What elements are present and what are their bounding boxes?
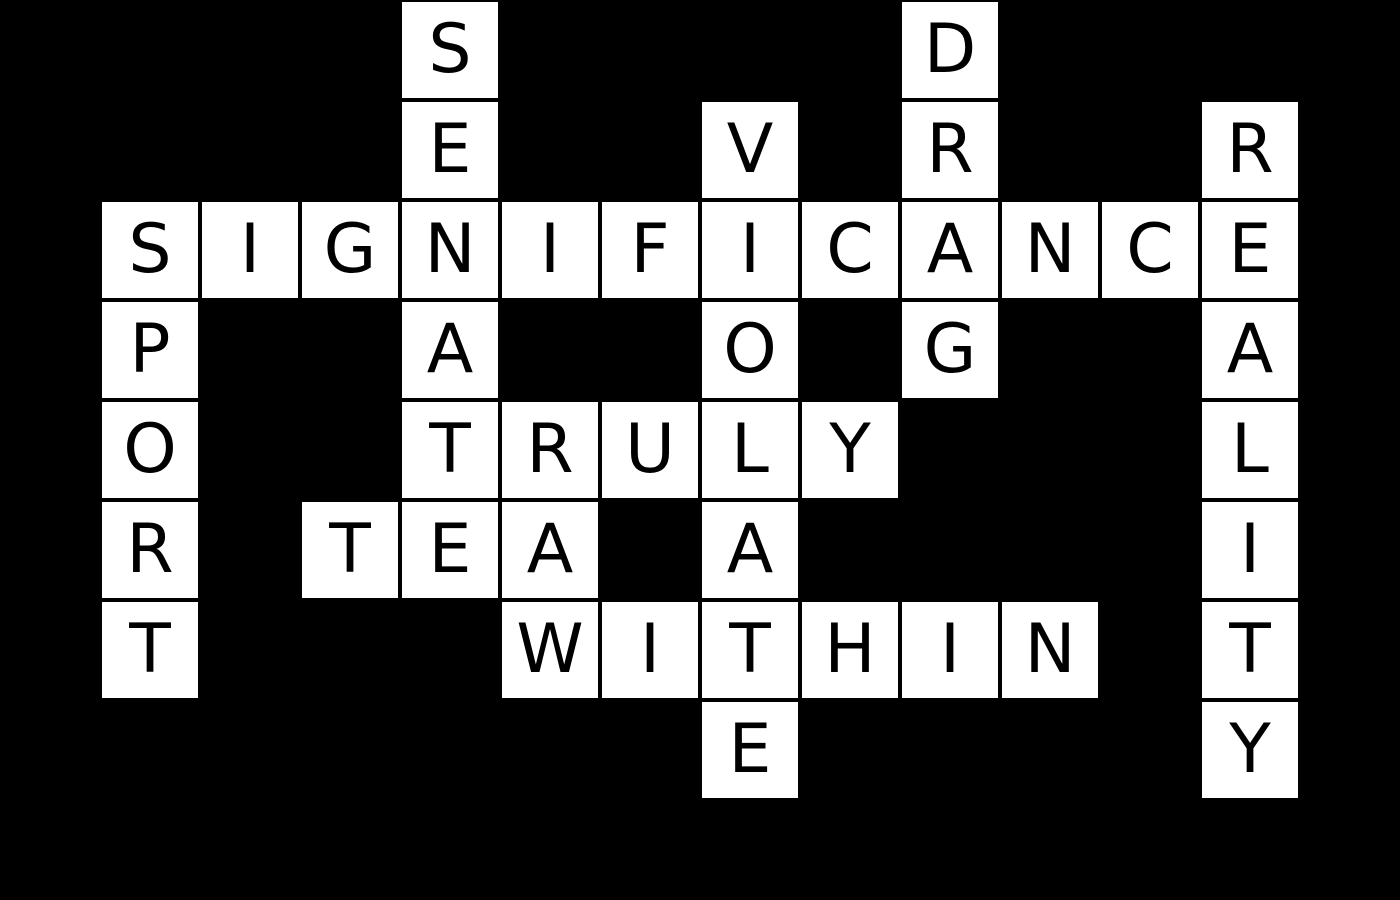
- crossword-cell[interactable]: L: [702, 402, 798, 498]
- crossword-cell[interactable]: N: [1002, 602, 1098, 698]
- crossword-cell[interactable]: I: [902, 602, 998, 698]
- crossword-cell[interactable]: C: [1102, 202, 1198, 298]
- crossword-cell[interactable]: A: [402, 302, 498, 398]
- crossword-cell[interactable]: F: [602, 202, 698, 298]
- crossword-cell[interactable]: E: [402, 102, 498, 198]
- crossword-cell[interactable]: I: [702, 202, 798, 298]
- crossword-cell[interactable]: C: [802, 202, 898, 298]
- crossword-cell[interactable]: I: [502, 202, 598, 298]
- crossword-cell[interactable]: I: [602, 602, 698, 698]
- crossword-cell[interactable]: N: [402, 202, 498, 298]
- crossword-cell[interactable]: N: [1002, 202, 1098, 298]
- crossword-cell[interactable]: T: [702, 602, 798, 698]
- crossword-cell[interactable]: A: [902, 202, 998, 298]
- crossword-cell[interactable]: T: [102, 602, 198, 698]
- crossword-cell[interactable]: A: [702, 502, 798, 598]
- crossword-cell[interactable]: L: [1202, 402, 1298, 498]
- crossword-board: SDEVRRSIGNIFICANCEPAOGAOTRULYLRTEAAITWIT…: [0, 0, 1400, 900]
- crossword-cell[interactable]: A: [1202, 302, 1298, 398]
- crossword-cell[interactable]: S: [102, 202, 198, 298]
- crossword-cell[interactable]: T: [302, 502, 398, 598]
- crossword-cell[interactable]: I: [1202, 502, 1298, 598]
- crossword-cell[interactable]: O: [702, 302, 798, 398]
- crossword-cell[interactable]: E: [402, 502, 498, 598]
- crossword-cell[interactable]: V: [702, 102, 798, 198]
- crossword-cell[interactable]: E: [702, 702, 798, 798]
- crossword-cell[interactable]: R: [102, 502, 198, 598]
- crossword-cell[interactable]: S: [402, 2, 498, 98]
- crossword-cell[interactable]: U: [602, 402, 698, 498]
- crossword-cell[interactable]: Y: [802, 402, 898, 498]
- crossword-cell[interactable]: R: [502, 402, 598, 498]
- crossword-cell[interactable]: W: [502, 602, 598, 698]
- crossword-cell[interactable]: H: [802, 602, 898, 698]
- crossword-cell[interactable]: R: [902, 102, 998, 198]
- crossword-cell[interactable]: R: [1202, 102, 1298, 198]
- crossword-cell[interactable]: Y: [1202, 702, 1298, 798]
- crossword-cell[interactable]: A: [502, 502, 598, 598]
- crossword-cell[interactable]: O: [102, 402, 198, 498]
- crossword-cell[interactable]: G: [902, 302, 998, 398]
- crossword-cell[interactable]: T: [1202, 602, 1298, 698]
- crossword-cell[interactable]: G: [302, 202, 398, 298]
- crossword-cell[interactable]: T: [402, 402, 498, 498]
- crossword-cell[interactable]: P: [102, 302, 198, 398]
- crossword-cell[interactable]: E: [1202, 202, 1298, 298]
- crossword-cell[interactable]: D: [902, 2, 998, 98]
- crossword-cell[interactable]: I: [202, 202, 298, 298]
